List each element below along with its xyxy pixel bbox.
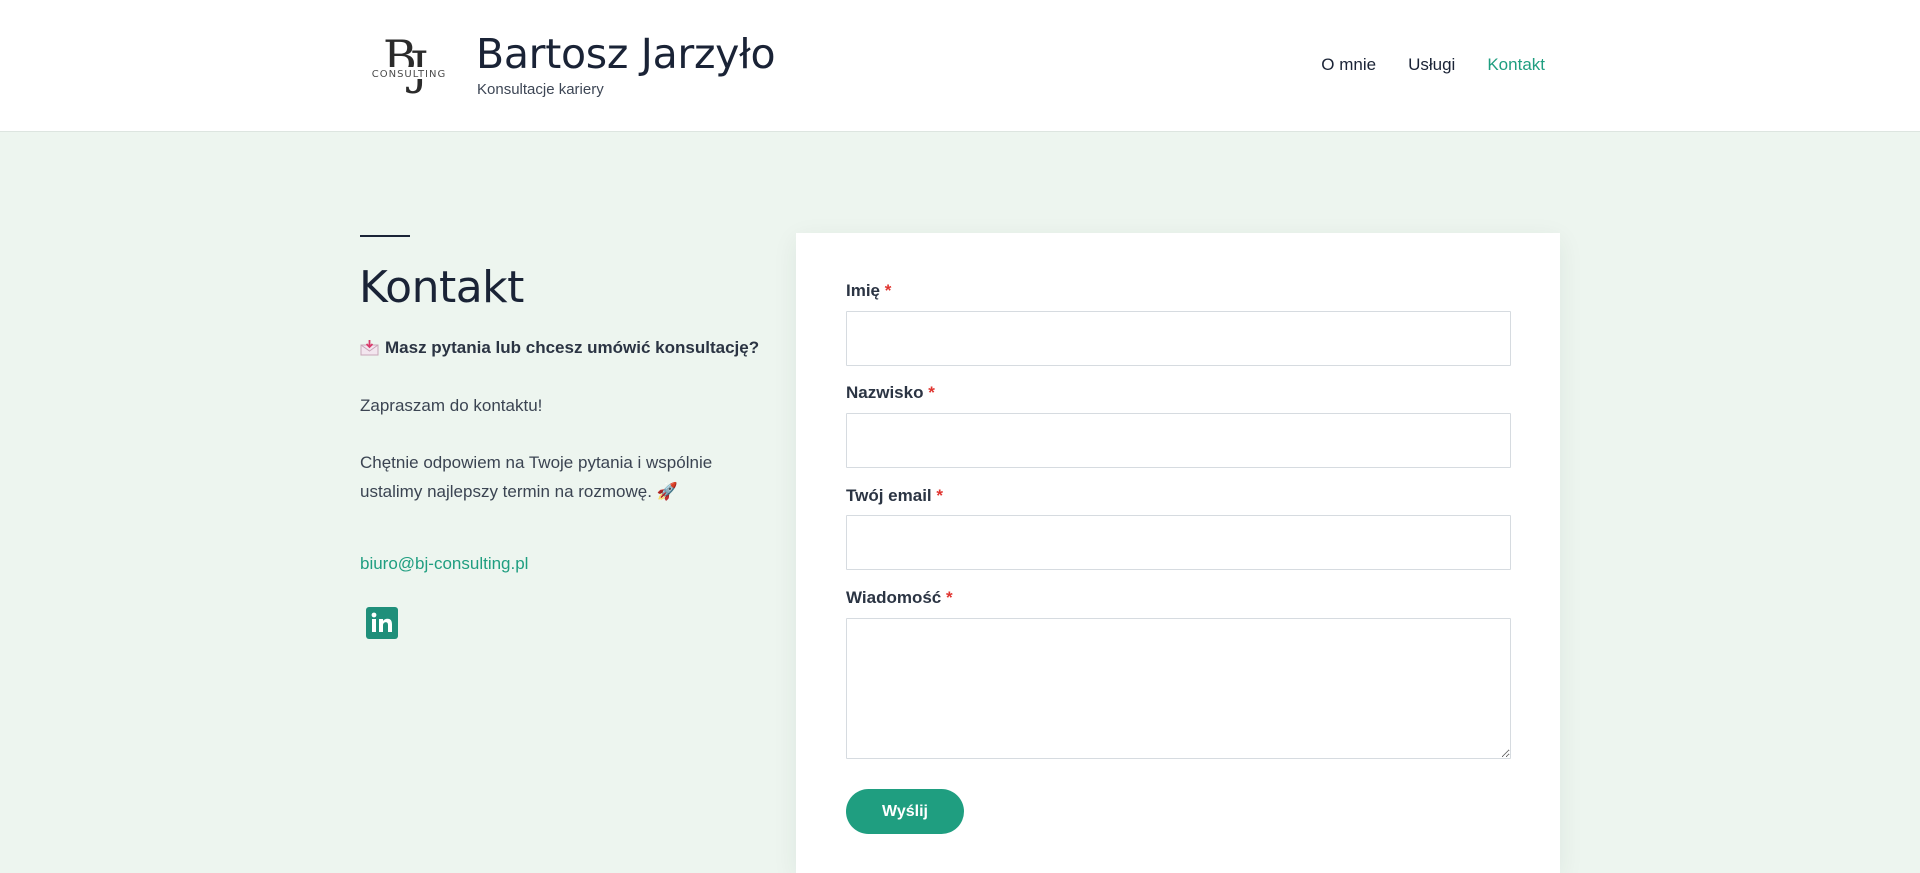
submit-button[interactable]: Wyślij [846, 789, 964, 834]
required-mark: * [884, 281, 892, 300]
intro-question: Masz pytania lub chcesz umówić konsultac… [360, 338, 759, 358]
title-divider [360, 235, 410, 237]
bj-consulting-logo-icon: B J CONSULTING [366, 30, 452, 95]
site-header: B J CONSULTING Bartosz Jarzyło Konsultac… [0, 0, 1920, 132]
required-mark: * [946, 588, 953, 607]
message-label: Wiadomość * [846, 588, 953, 607]
required-mark: * [928, 383, 935, 402]
last-name-label: Nazwisko * [846, 383, 935, 402]
site-tagline: Konsultacje kariery [477, 81, 604, 98]
intro-paragraph-2: Chętnie odpowiem na Twoje pytania i wspó… [360, 453, 713, 501]
message-textarea[interactable] [846, 618, 1511, 759]
nav-item-o-mnie[interactable]: O mnie [1321, 55, 1376, 75]
first-name-label: Imię * [846, 281, 892, 300]
svg-text:CONSULTING: CONSULTING [372, 69, 446, 80]
intro-paragraph-1: Zapraszam do kontaktu! [360, 396, 543, 415]
logo[interactable]: B J CONSULTING [366, 26, 452, 110]
contact-form: Imię * Nazwisko * Twój email * Wiadomość… [796, 233, 1560, 873]
email-label: Twój email * [846, 486, 944, 505]
incoming-envelope-icon [360, 340, 379, 356]
required-mark: * [936, 486, 944, 505]
site-title[interactable]: Bartosz Jarzyło [476, 30, 776, 78]
last-name-input[interactable] [846, 413, 1511, 468]
email-link[interactable]: biuro@bj-consulting.pl [360, 554, 528, 574]
linkedin-icon[interactable] [366, 607, 398, 639]
nav-item-uslugi[interactable]: Usługi [1408, 55, 1455, 75]
nav-item-kontakt[interactable]: Kontakt [1487, 55, 1545, 75]
first-name-input[interactable] [846, 311, 1511, 366]
intro-question-text: Masz pytania lub chcesz umówić konsultac… [385, 338, 760, 357]
email-input[interactable] [846, 515, 1511, 570]
main-nav: O mnie Usługi Kontakt [1321, 55, 1545, 75]
page-title: Kontakt [359, 262, 524, 313]
